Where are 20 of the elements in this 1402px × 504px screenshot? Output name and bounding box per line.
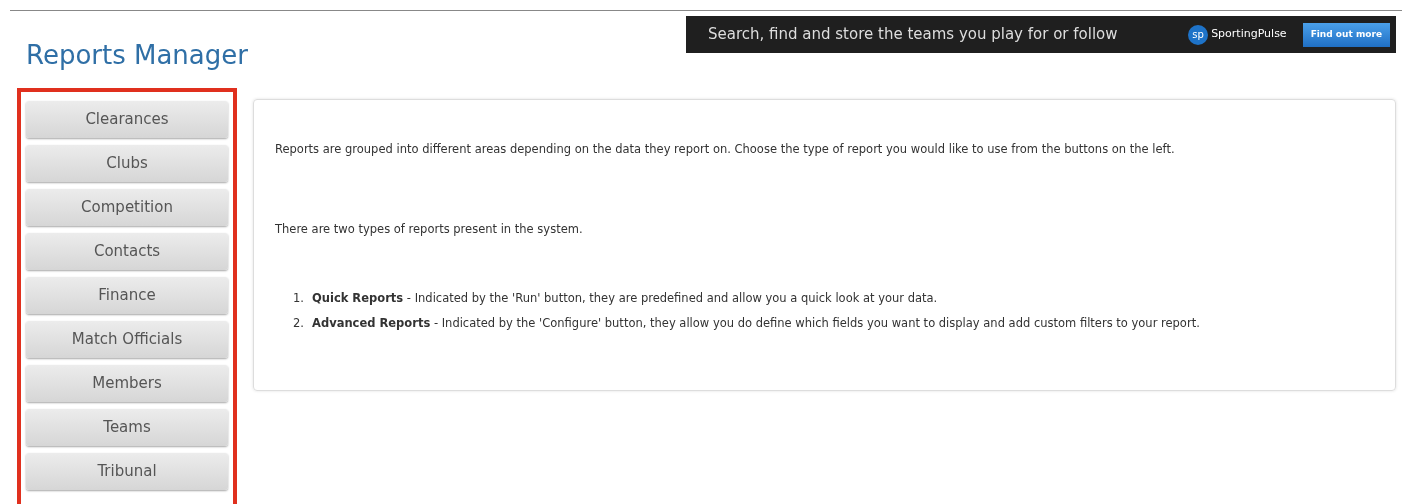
list-item-text: Advanced Reports - Indicated by the 'Configure' button, they allow you do define which fields you want to display and add custom filters to your report. — [312, 314, 1200, 332]
logo-text: SportingPulse — [1211, 26, 1287, 43]
sidebar-button[interactable]: Tribunal — [26, 453, 228, 490]
sidebar-button[interactable]: Match Officials — [26, 321, 228, 358]
sidebar-button[interactable]: Contacts — [26, 233, 228, 270]
find-out-more-button[interactable]: Find out more — [1302, 22, 1390, 47]
list-number: 2. — [292, 314, 305, 332]
sidebar-button[interactable]: Finance — [26, 277, 228, 314]
logo-icon: sp — [1188, 24, 1209, 45]
paragraph: Reports are grouped into different areas depending on the data they report on. Choose the type of report you would like to use from the buttons on the left. — [275, 141, 1175, 158]
page-title: Reports Manager — [26, 39, 249, 71]
sidebar-button[interactable]: Teams — [26, 409, 228, 446]
list-item-text: Quick Reports - Indicated by the 'Run' button, they are predefined and allow you a quick look at your data. — [312, 289, 938, 307]
paragraph: There are two types of reports present in the system. — [275, 221, 583, 239]
sidebar-button[interactable]: Clubs — [26, 145, 228, 182]
sidebar-button[interactable]: Clearances — [26, 101, 228, 138]
banner-text: Search, find and store the teams you play for or follow — [708, 24, 1118, 46]
list-number: 1. — [292, 289, 305, 307]
sidebar-button[interactable]: Members — [26, 365, 228, 402]
sidebar-button[interactable]: Competition — [26, 189, 228, 226]
